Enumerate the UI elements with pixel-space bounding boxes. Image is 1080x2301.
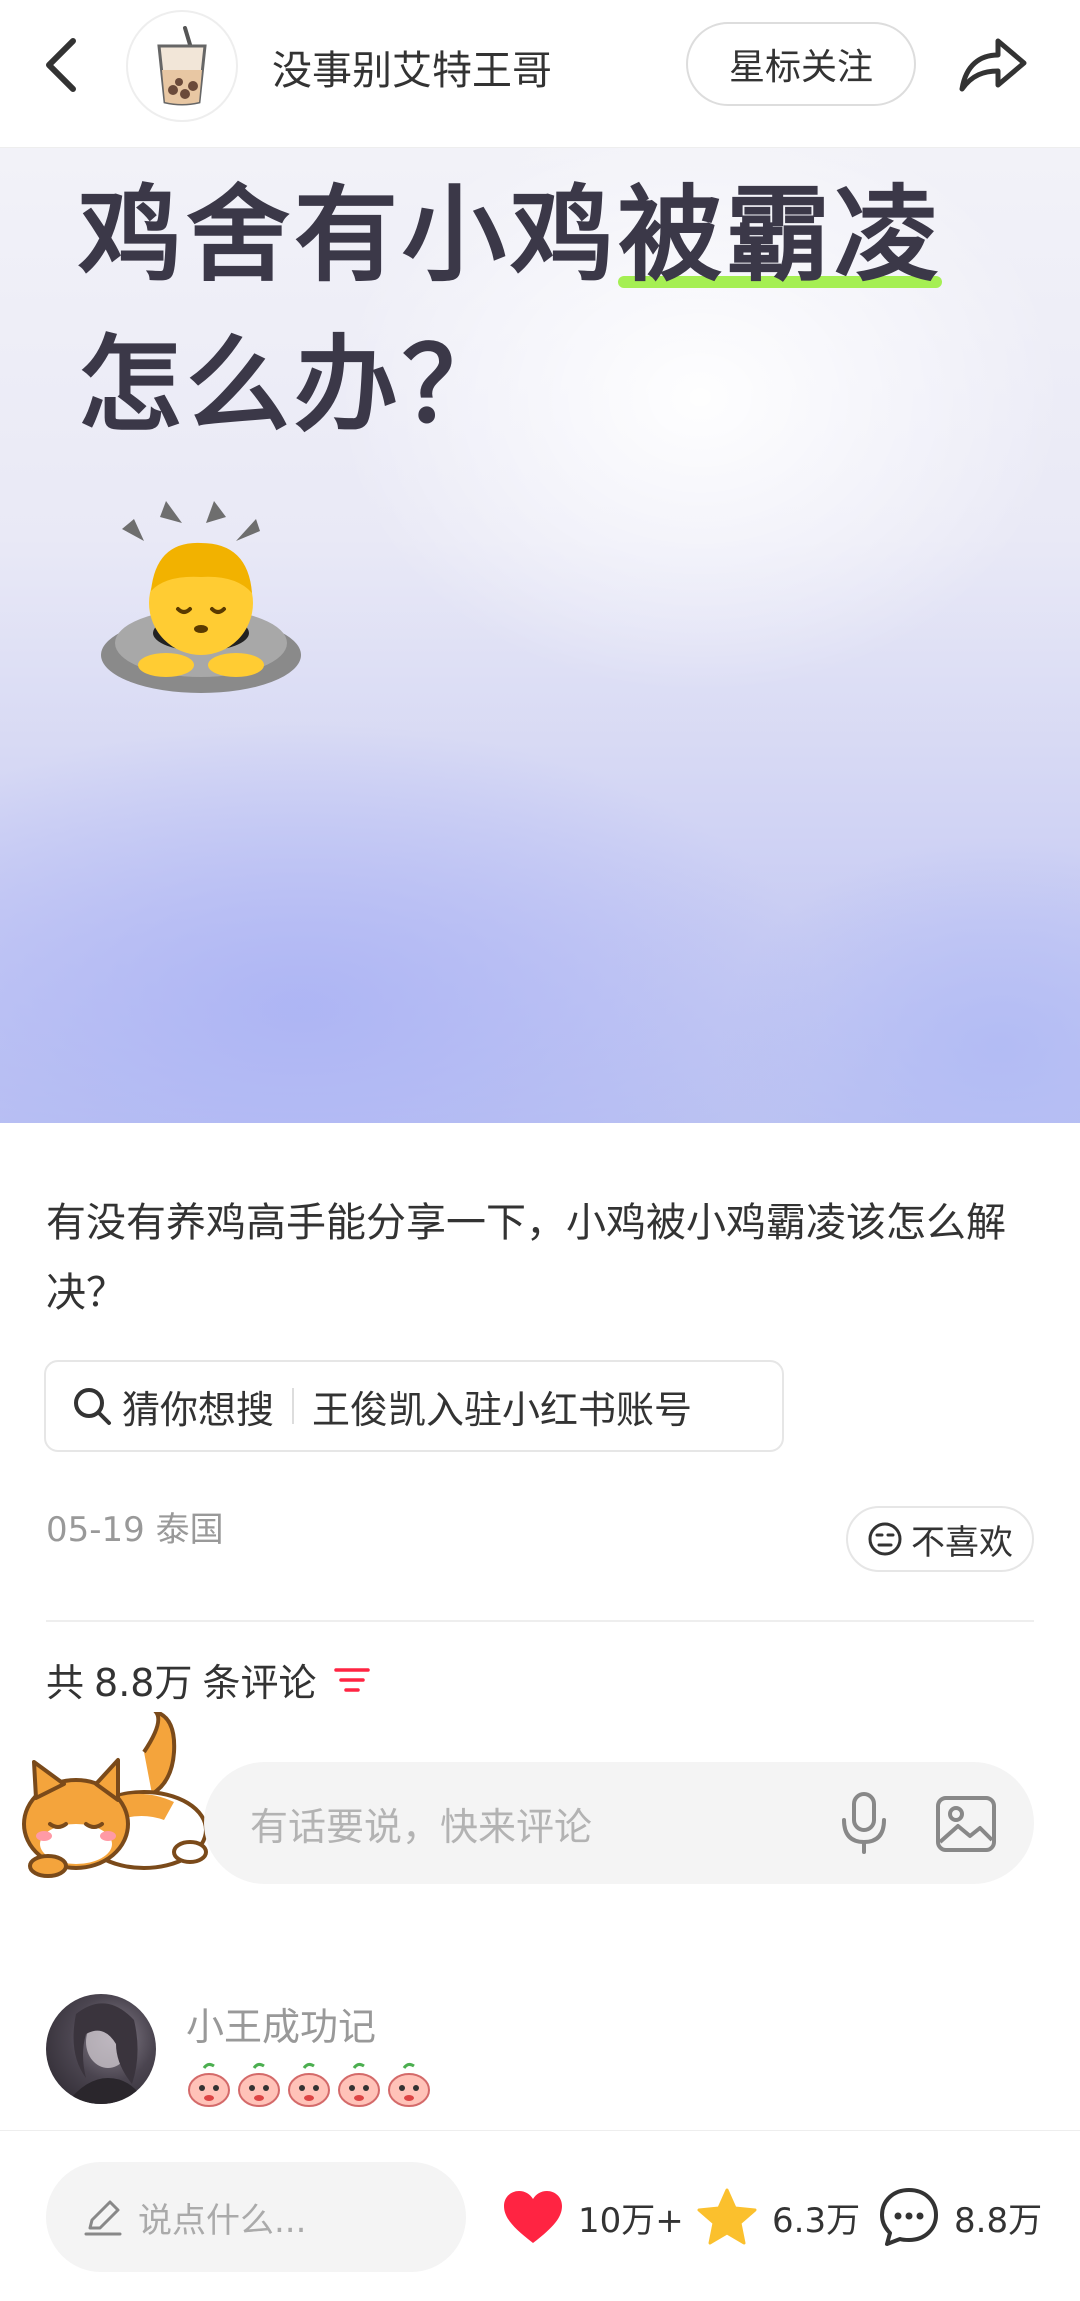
- chevron-left-icon: [46, 38, 76, 92]
- cover-title: 鸡舍有小鸡被霸凌 怎么办？: [78, 160, 943, 460]
- dislike-label: 不喜欢: [911, 1522, 1013, 1563]
- search-prefix-label: 猜你想搜: [122, 1387, 275, 1432]
- like-count: 10万+: [578, 2200, 684, 2241]
- suggested-search-pill[interactable]: 猜你想搜 王俊凯入驻小红书账号: [44, 1360, 784, 1452]
- cover-title-line1: 鸡舍有小鸡被霸凌: [78, 160, 943, 310]
- comment-count-prefix: 共: [46, 1661, 85, 1705]
- peach-sticker-icon: [238, 2062, 280, 2107]
- cover-title-line2: 怎么办？: [78, 324, 511, 446]
- commenter-name[interactable]: 小王成功记: [186, 1996, 376, 2051]
- cover-title-plain: 鸡舍有小鸡: [78, 174, 619, 296]
- search-divider: [292, 1388, 295, 1424]
- comment-count-header: 共 8.8万 条评论: [46, 1652, 372, 1707]
- sleeping-cat-sticker: [22, 1712, 208, 1878]
- say-something-input[interactable]: 说点什么...: [46, 2162, 466, 2272]
- comment-button[interactable]: 8.8万: [878, 2177, 1042, 2257]
- dislike-button[interactable]: 不喜欢: [846, 1506, 1034, 1572]
- comment-count: 8.8万: [954, 2200, 1043, 2241]
- pencil-icon: [84, 2200, 122, 2236]
- peach-sticker-icon: [388, 2062, 430, 2107]
- comment-count-suffix: 条评论: [202, 1661, 317, 1705]
- post-body-text: 有没有养鸡高手能分享一下，小鸡被小鸡霸凌该怎么解决？: [46, 1200, 1006, 1316]
- share-button[interactable]: [952, 30, 1032, 100]
- comment-emoji-row: [186, 2062, 432, 2108]
- post-cover-image[interactable]: 鸡舍有小鸡被霸凌 怎么办？: [0, 148, 1080, 1123]
- chat-bubble-icon: [880, 2188, 938, 2246]
- bubble-tea-icon: [157, 26, 207, 106]
- search-icon: [74, 1388, 111, 1425]
- top-nav-bar: 没事别艾特王哥 星标关注: [0, 0, 1080, 148]
- star-icon: [697, 2188, 757, 2245]
- like-button[interactable]: 10万+: [502, 2177, 684, 2257]
- author-name[interactable]: 没事别艾特王哥: [272, 38, 552, 96]
- favorite-button[interactable]: 6.3万: [696, 2177, 860, 2257]
- bowing-person-emoji: [101, 501, 301, 693]
- commenter-avatar[interactable]: [46, 1994, 156, 2104]
- commenter-portrait: [66, 2003, 146, 2104]
- peach-sticker-icon: [288, 2062, 330, 2107]
- peach-sticker-icon: [188, 2062, 230, 2107]
- favorite-count: 6.3万: [772, 2200, 861, 2241]
- neutral-face-icon: [868, 1522, 902, 1556]
- star-follow-button[interactable]: 星标关注: [686, 22, 916, 106]
- say-something-placeholder: 说点什么...: [138, 2200, 307, 2241]
- share-icon: [959, 38, 1027, 92]
- back-button[interactable]: [36, 30, 86, 100]
- bottom-action-bar: 说点什么... 10万+ 6.3万 8.8万: [0, 2130, 1080, 2301]
- cover-title-highlight: 被霸凌: [618, 160, 943, 310]
- peach-sticker-icon: [338, 2062, 380, 2107]
- image-upload-icon[interactable]: [934, 1792, 998, 1856]
- sort-filter-icon[interactable]: [332, 1665, 372, 1695]
- author-avatar[interactable]: [126, 10, 238, 122]
- post-date-location: 05-19 泰国: [46, 1510, 224, 1550]
- search-suggestion-text: 王俊凯入驻小红书账号: [312, 1387, 693, 1432]
- microphone-icon[interactable]: [834, 1790, 894, 1856]
- comment-input-field[interactable]: 有话要说，快来评论: [204, 1762, 1034, 1884]
- heart-icon: [504, 2191, 562, 2243]
- comment-count-number: 8.8万: [94, 1661, 193, 1705]
- section-divider: [46, 1620, 1034, 1622]
